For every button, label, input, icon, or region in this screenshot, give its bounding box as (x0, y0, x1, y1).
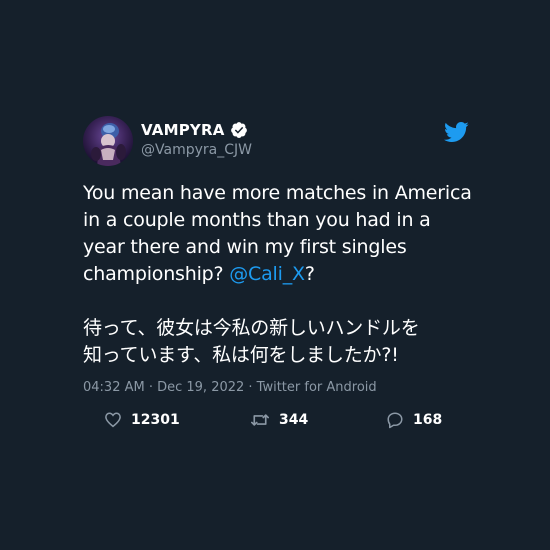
tweet-text-segment: championship? (83, 263, 230, 285)
retweet-button[interactable]: 344 (250, 408, 308, 432)
display-name[interactable]: VAMPYRA (141, 121, 225, 139)
tweet-text-line: year there and win my first singles (83, 236, 407, 258)
tweet-text-line: 待って、彼女は今私の新しいハンドルを (83, 317, 420, 339)
like-count: 12301 (131, 412, 180, 428)
tweet-text-line: in a couple months than you had in a (83, 209, 431, 231)
tweet-text-japanese: 待って、彼女は今私の新しいハンドルを 知っています、私は何をしましたか?! (83, 315, 483, 369)
display-name-row: VAMPYRA (141, 120, 248, 140)
twitter-bird-icon[interactable] (443, 121, 469, 143)
avatar[interactable] (83, 116, 133, 166)
user-handle[interactable]: @Vampyra_CJW (141, 142, 252, 158)
tweet-card: VAMPYRA @Vampyra_CJW You mean have more … (0, 0, 550, 550)
tweet-actions: 12301 344 168 (0, 408, 550, 432)
retweet-count: 344 (279, 412, 309, 428)
mention-link[interactable]: @Cali_X (229, 263, 305, 285)
heart-icon (104, 411, 122, 429)
like-button[interactable]: 12301 (104, 408, 180, 432)
tweet-text-line: You mean have more matches in America (83, 182, 472, 204)
reply-bubble-icon (386, 411, 404, 429)
reply-count: 168 (413, 412, 443, 428)
tweet-text-line: championship? @Cali_X? (83, 261, 483, 288)
reply-button[interactable]: 168 (386, 408, 442, 432)
tweet-text-line: 知っています、私は何をしましたか?! (83, 344, 399, 366)
retweet-icon (250, 411, 270, 429)
tweet-timestamp[interactable]: 04:32 AM · Dec 19, 2022 · Twitter for An… (83, 380, 377, 395)
tweet-text: You mean have more matches in America in… (83, 180, 483, 369)
verified-badge-icon (230, 121, 248, 139)
tweet-text-segment: ? (304, 263, 315, 285)
